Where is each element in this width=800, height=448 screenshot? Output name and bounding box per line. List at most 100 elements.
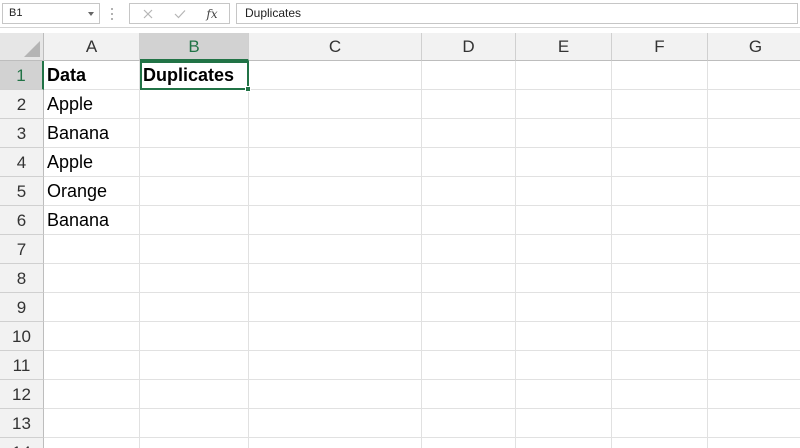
cell-f8[interactable] <box>612 264 708 293</box>
row-header-13[interactable]: 13 <box>0 409 44 438</box>
cell-c14[interactable] <box>249 438 422 448</box>
cell-c7[interactable] <box>249 235 422 264</box>
cell-d8[interactable] <box>422 264 516 293</box>
cell-c12[interactable] <box>249 380 422 409</box>
cell-g3[interactable] <box>708 119 800 148</box>
column-header-g[interactable]: G <box>708 33 800 61</box>
cell-c9[interactable] <box>249 293 422 322</box>
cell-e5[interactable] <box>516 177 612 206</box>
cell-f3[interactable] <box>612 119 708 148</box>
row-header-8[interactable]: 8 <box>0 264 44 293</box>
column-header-f[interactable]: F <box>612 33 708 61</box>
cell-e2[interactable] <box>516 90 612 119</box>
cell-a2[interactable]: Apple <box>44 90 140 119</box>
cell-b8[interactable] <box>140 264 249 293</box>
cell-d12[interactable] <box>422 380 516 409</box>
cancel-icon[interactable] <box>134 4 162 23</box>
cell-c1[interactable] <box>249 61 422 90</box>
cell-e6[interactable] <box>516 206 612 235</box>
cell-g5[interactable] <box>708 177 800 206</box>
cell-d14[interactable] <box>422 438 516 448</box>
select-all-button[interactable] <box>0 33 44 61</box>
grip-icon[interactable] <box>110 8 113 20</box>
cell-e1[interactable] <box>516 61 612 90</box>
cell-c3[interactable] <box>249 119 422 148</box>
row-header-5[interactable]: 5 <box>0 177 44 206</box>
cell-e11[interactable] <box>516 351 612 380</box>
cell-b1[interactable]: Duplicates <box>140 61 249 90</box>
cell-d3[interactable] <box>422 119 516 148</box>
cell-b5[interactable] <box>140 177 249 206</box>
cell-e4[interactable] <box>516 148 612 177</box>
fill-handle[interactable] <box>245 86 251 92</box>
cell-g4[interactable] <box>708 148 800 177</box>
cell-b7[interactable] <box>140 235 249 264</box>
cell-f5[interactable] <box>612 177 708 206</box>
cell-c4[interactable] <box>249 148 422 177</box>
insert-function-icon[interactable]: fx <box>198 4 226 23</box>
row-header-4[interactable]: 4 <box>0 148 44 177</box>
cell-area[interactable]: Data Duplicates Apple Banana Apple Orange Bana… <box>44 61 800 448</box>
row-header-1[interactable]: 1 <box>0 61 44 90</box>
cell-e14[interactable] <box>516 438 612 448</box>
cell-b3[interactable] <box>140 119 249 148</box>
cell-a10[interactable] <box>44 322 140 351</box>
cell-c13[interactable] <box>249 409 422 438</box>
cell-c10[interactable] <box>249 322 422 351</box>
row-header-12[interactable]: 12 <box>0 380 44 409</box>
cell-a1[interactable]: Data <box>44 61 140 90</box>
cell-d11[interactable] <box>422 351 516 380</box>
cell-g14[interactable] <box>708 438 800 448</box>
column-header-e[interactable]: E <box>516 33 612 61</box>
cell-g13[interactable] <box>708 409 800 438</box>
cell-a11[interactable] <box>44 351 140 380</box>
cell-c2[interactable] <box>249 90 422 119</box>
cell-d2[interactable] <box>422 90 516 119</box>
column-header-d[interactable]: D <box>422 33 516 61</box>
cell-e3[interactable] <box>516 119 612 148</box>
cell-a4[interactable]: Apple <box>44 148 140 177</box>
cell-f9[interactable] <box>612 293 708 322</box>
cell-c5[interactable] <box>249 177 422 206</box>
cell-f11[interactable] <box>612 351 708 380</box>
cell-a9[interactable] <box>44 293 140 322</box>
chevron-down-icon[interactable] <box>88 12 94 16</box>
cell-b9[interactable] <box>140 293 249 322</box>
row-header-9[interactable]: 9 <box>0 293 44 322</box>
cell-f6[interactable] <box>612 206 708 235</box>
row-header-11[interactable]: 11 <box>0 351 44 380</box>
column-header-a[interactable]: A <box>44 33 140 61</box>
name-box[interactable]: B1 <box>2 3 100 24</box>
cell-a8[interactable] <box>44 264 140 293</box>
cell-g10[interactable] <box>708 322 800 351</box>
cell-a14[interactable] <box>44 438 140 448</box>
cell-e12[interactable] <box>516 380 612 409</box>
cell-e9[interactable] <box>516 293 612 322</box>
cell-f14[interactable] <box>612 438 708 448</box>
cell-a13[interactable] <box>44 409 140 438</box>
cell-g8[interactable] <box>708 264 800 293</box>
cell-f13[interactable] <box>612 409 708 438</box>
cell-b11[interactable] <box>140 351 249 380</box>
row-header-7[interactable]: 7 <box>0 235 44 264</box>
cell-b10[interactable] <box>140 322 249 351</box>
row-header-2[interactable]: 2 <box>0 90 44 119</box>
column-header-c[interactable]: C <box>249 33 422 61</box>
cell-c8[interactable] <box>249 264 422 293</box>
cell-b14[interactable] <box>140 438 249 448</box>
cell-b12[interactable] <box>140 380 249 409</box>
cell-f12[interactable] <box>612 380 708 409</box>
cell-d13[interactable] <box>422 409 516 438</box>
cell-d9[interactable] <box>422 293 516 322</box>
cell-g2[interactable] <box>708 90 800 119</box>
cell-f1[interactable] <box>612 61 708 90</box>
cell-g1[interactable] <box>708 61 800 90</box>
cell-g11[interactable] <box>708 351 800 380</box>
cell-e13[interactable] <box>516 409 612 438</box>
row-header-14[interactable]: 14 <box>0 438 44 448</box>
cell-d4[interactable] <box>422 148 516 177</box>
cell-d1[interactable] <box>422 61 516 90</box>
cell-a12[interactable] <box>44 380 140 409</box>
cell-d10[interactable] <box>422 322 516 351</box>
cell-e10[interactable] <box>516 322 612 351</box>
